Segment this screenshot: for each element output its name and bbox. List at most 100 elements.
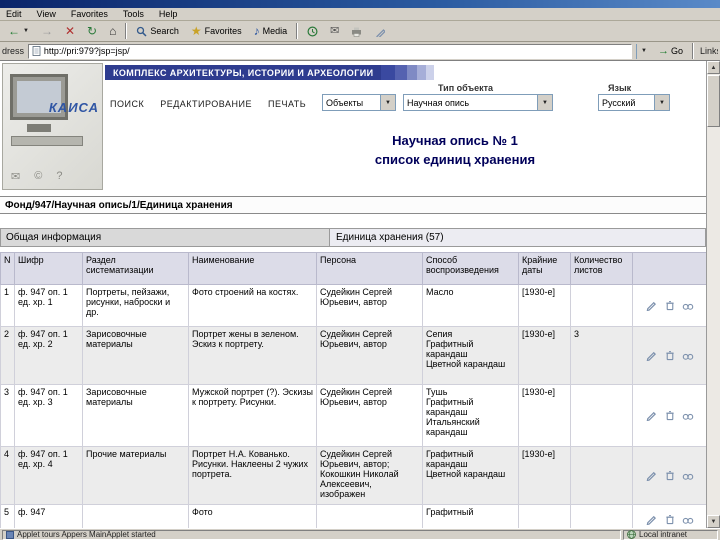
delete-icon[interactable]: [664, 299, 676, 313]
view-icon[interactable]: [682, 513, 694, 527]
window-titlebar[interactable]: [0, 0, 720, 8]
address-input[interactable]: [43, 45, 628, 57]
forward-button[interactable]: →: [36, 22, 58, 40]
banner-block: [417, 65, 427, 80]
edit-icon[interactable]: [645, 299, 657, 313]
delete-icon[interactable]: [664, 469, 676, 483]
scroll-down-icon[interactable]: ▼: [707, 515, 720, 528]
cell-sheets: [570, 384, 633, 447]
favorites-button[interactable]: ★ Favorites: [186, 22, 247, 40]
banner-block: [395, 65, 408, 80]
cell-section: Зарисовочные материалы: [82, 326, 189, 385]
menu-item-help[interactable]: Help: [158, 9, 179, 19]
nav-item-search[interactable]: ПОИСК: [110, 99, 144, 109]
toolbar-separator: [125, 23, 128, 39]
scrollbar-thumb[interactable]: [707, 75, 720, 127]
search-button[interactable]: Search: [131, 22, 184, 40]
nav-item-print[interactable]: ПЕЧАТЬ: [268, 99, 306, 109]
edit-icon[interactable]: [645, 349, 657, 363]
edit-icon[interactable]: [645, 469, 657, 483]
copyright-icon: ©: [34, 170, 43, 182]
home-icon: ⌂: [109, 24, 117, 38]
col-header-section: Раздел систематизации: [82, 252, 189, 285]
menu-item-edit[interactable]: Edit: [5, 9, 23, 19]
chevron-down-icon[interactable]: ▼: [537, 95, 552, 110]
vertical-scrollbar[interactable]: ▲ ▼: [706, 61, 720, 528]
menu-item-favorites[interactable]: Favorites: [70, 9, 109, 19]
table-row: 5 ф. 947 Фото Графитный: [0, 504, 706, 528]
home-button[interactable]: ⌂: [104, 22, 121, 40]
envelope-icon[interactable]: ✉: [11, 170, 20, 183]
mail-button[interactable]: ✉: [325, 22, 344, 40]
delete-icon[interactable]: [664, 409, 676, 423]
view-icon[interactable]: [682, 469, 694, 483]
cell-method: Сепия Графитный карандаш Цветной каранда…: [422, 326, 519, 385]
cell-name: Мужской портрет (?). Эскизы к портрету. …: [188, 384, 317, 447]
cell-section: Прочие материалы: [82, 446, 189, 505]
toolbar-separator: [296, 23, 299, 39]
cell-sheets: [570, 504, 633, 528]
print-button[interactable]: [346, 22, 367, 40]
banner-title: КОМПЛЕКС АРХИТЕКТУРЫ, ИСТОРИИ И АРХЕОЛОГ…: [105, 65, 382, 80]
stop-icon: ✕: [64, 24, 76, 38]
address-field[interactable]: [28, 43, 632, 59]
kaisa-logo[interactable]: КАИСА ✉ © ?: [2, 63, 103, 190]
table-row: 1 ф. 947 оп. 1 ед. хр. 1 Портреты, пейза…: [0, 284, 706, 327]
history-button[interactable]: [302, 22, 323, 40]
object-type-select-value: Научная опись: [407, 97, 470, 108]
view-icon[interactable]: [682, 299, 694, 313]
edit-icon[interactable]: [645, 409, 657, 423]
refresh-icon: ↻: [87, 24, 98, 38]
view-icon[interactable]: [682, 409, 694, 423]
chevron-down-icon[interactable]: ▼: [654, 95, 669, 110]
tab-general-info[interactable]: Общая информация: [0, 228, 330, 247]
section-tabs: Общая информация Единица хранения (57): [0, 228, 706, 247]
delete-icon[interactable]: [664, 349, 676, 363]
history-icon: [307, 25, 318, 37]
search-label: Search: [150, 26, 179, 36]
cell-code: ф. 947 оп. 1 ед. хр. 3: [14, 384, 83, 447]
browser-window: Edit View Favorites Tools Help ← ▼ → ✕ ↻ …: [0, 0, 720, 540]
page-content: КАИСА ✉ © ? КОМПЛЕКС АРХИТЕКТУРЫ, ИСТОРИ…: [0, 61, 720, 528]
stop-button[interactable]: ✕: [60, 22, 80, 40]
nav-item-edit[interactable]: РЕДАКТИРОВАНИЕ: [160, 99, 252, 109]
cell-persona: Судейкин Сергей Юрьевич, автор: [316, 384, 423, 447]
links-label[interactable]: Links: [700, 46, 718, 56]
cell-sheets: 3: [570, 326, 633, 385]
media-button[interactable]: ♪ Media: [249, 22, 293, 40]
menu-item-tools[interactable]: Tools: [122, 9, 145, 19]
tab-storage-units[interactable]: Единица хранения (57): [330, 228, 706, 247]
help-icon[interactable]: ?: [56, 170, 62, 183]
col-header-dates: Крайние даты: [518, 252, 571, 285]
menu-item-view[interactable]: View: [36, 9, 57, 19]
status-bar: Applet tours Appers MainApplet started L…: [0, 528, 720, 540]
language-select[interactable]: Русский ▼: [598, 94, 670, 111]
go-button[interactable]: → Go: [655, 43, 686, 59]
cell-dates: [1930-е]: [518, 384, 571, 447]
edit-icon[interactable]: [645, 513, 657, 527]
main-nav: ПОИСК РЕДАКТИРОВАНИЕ ПЕЧАТЬ: [110, 96, 306, 111]
chevron-down-icon[interactable]: ▼: [380, 95, 395, 110]
mail-icon: ✉: [330, 25, 340, 37]
objects-select[interactable]: Объекты ▼: [322, 94, 396, 111]
cell-n: 2: [0, 326, 15, 385]
scroll-up-icon[interactable]: ▲: [707, 61, 720, 74]
view-icon[interactable]: [682, 349, 694, 363]
table-row: 2 ф. 947 оп. 1 ед. хр. 2 Зарисовочные ма…: [0, 326, 706, 385]
banner-block: [426, 65, 435, 80]
delete-icon[interactable]: [664, 513, 676, 527]
back-dropdown-icon: ▼: [23, 28, 29, 34]
object-type-select[interactable]: Научная опись ▼: [403, 94, 553, 111]
cell-persona: Судейкин Сергей Юрьевич, автор; Кокошкин…: [316, 446, 423, 505]
edit-page-button[interactable]: [369, 22, 390, 40]
address-dropdown-icon[interactable]: ▼: [635, 43, 651, 59]
back-button[interactable]: ← ▼: [3, 22, 34, 40]
cell-name: Портрет жены в зеленом. Эскиз к портрету…: [188, 326, 317, 385]
language-label: Язык: [608, 83, 632, 93]
object-type-label: Тип объекта: [438, 83, 494, 93]
cell-persona: Судейкин Сергей Юрьевич, автор: [316, 284, 423, 327]
refresh-button[interactable]: ↻: [82, 22, 102, 40]
cell-method: Масло: [422, 284, 519, 327]
banner: КОМПЛЕКС АРХИТЕКТУРЫ, ИСТОРИИ И АРХЕОЛОГ…: [105, 65, 435, 80]
breadcrumb[interactable]: Фонд/947/Научная опись/1/Единица хранени…: [0, 196, 706, 214]
